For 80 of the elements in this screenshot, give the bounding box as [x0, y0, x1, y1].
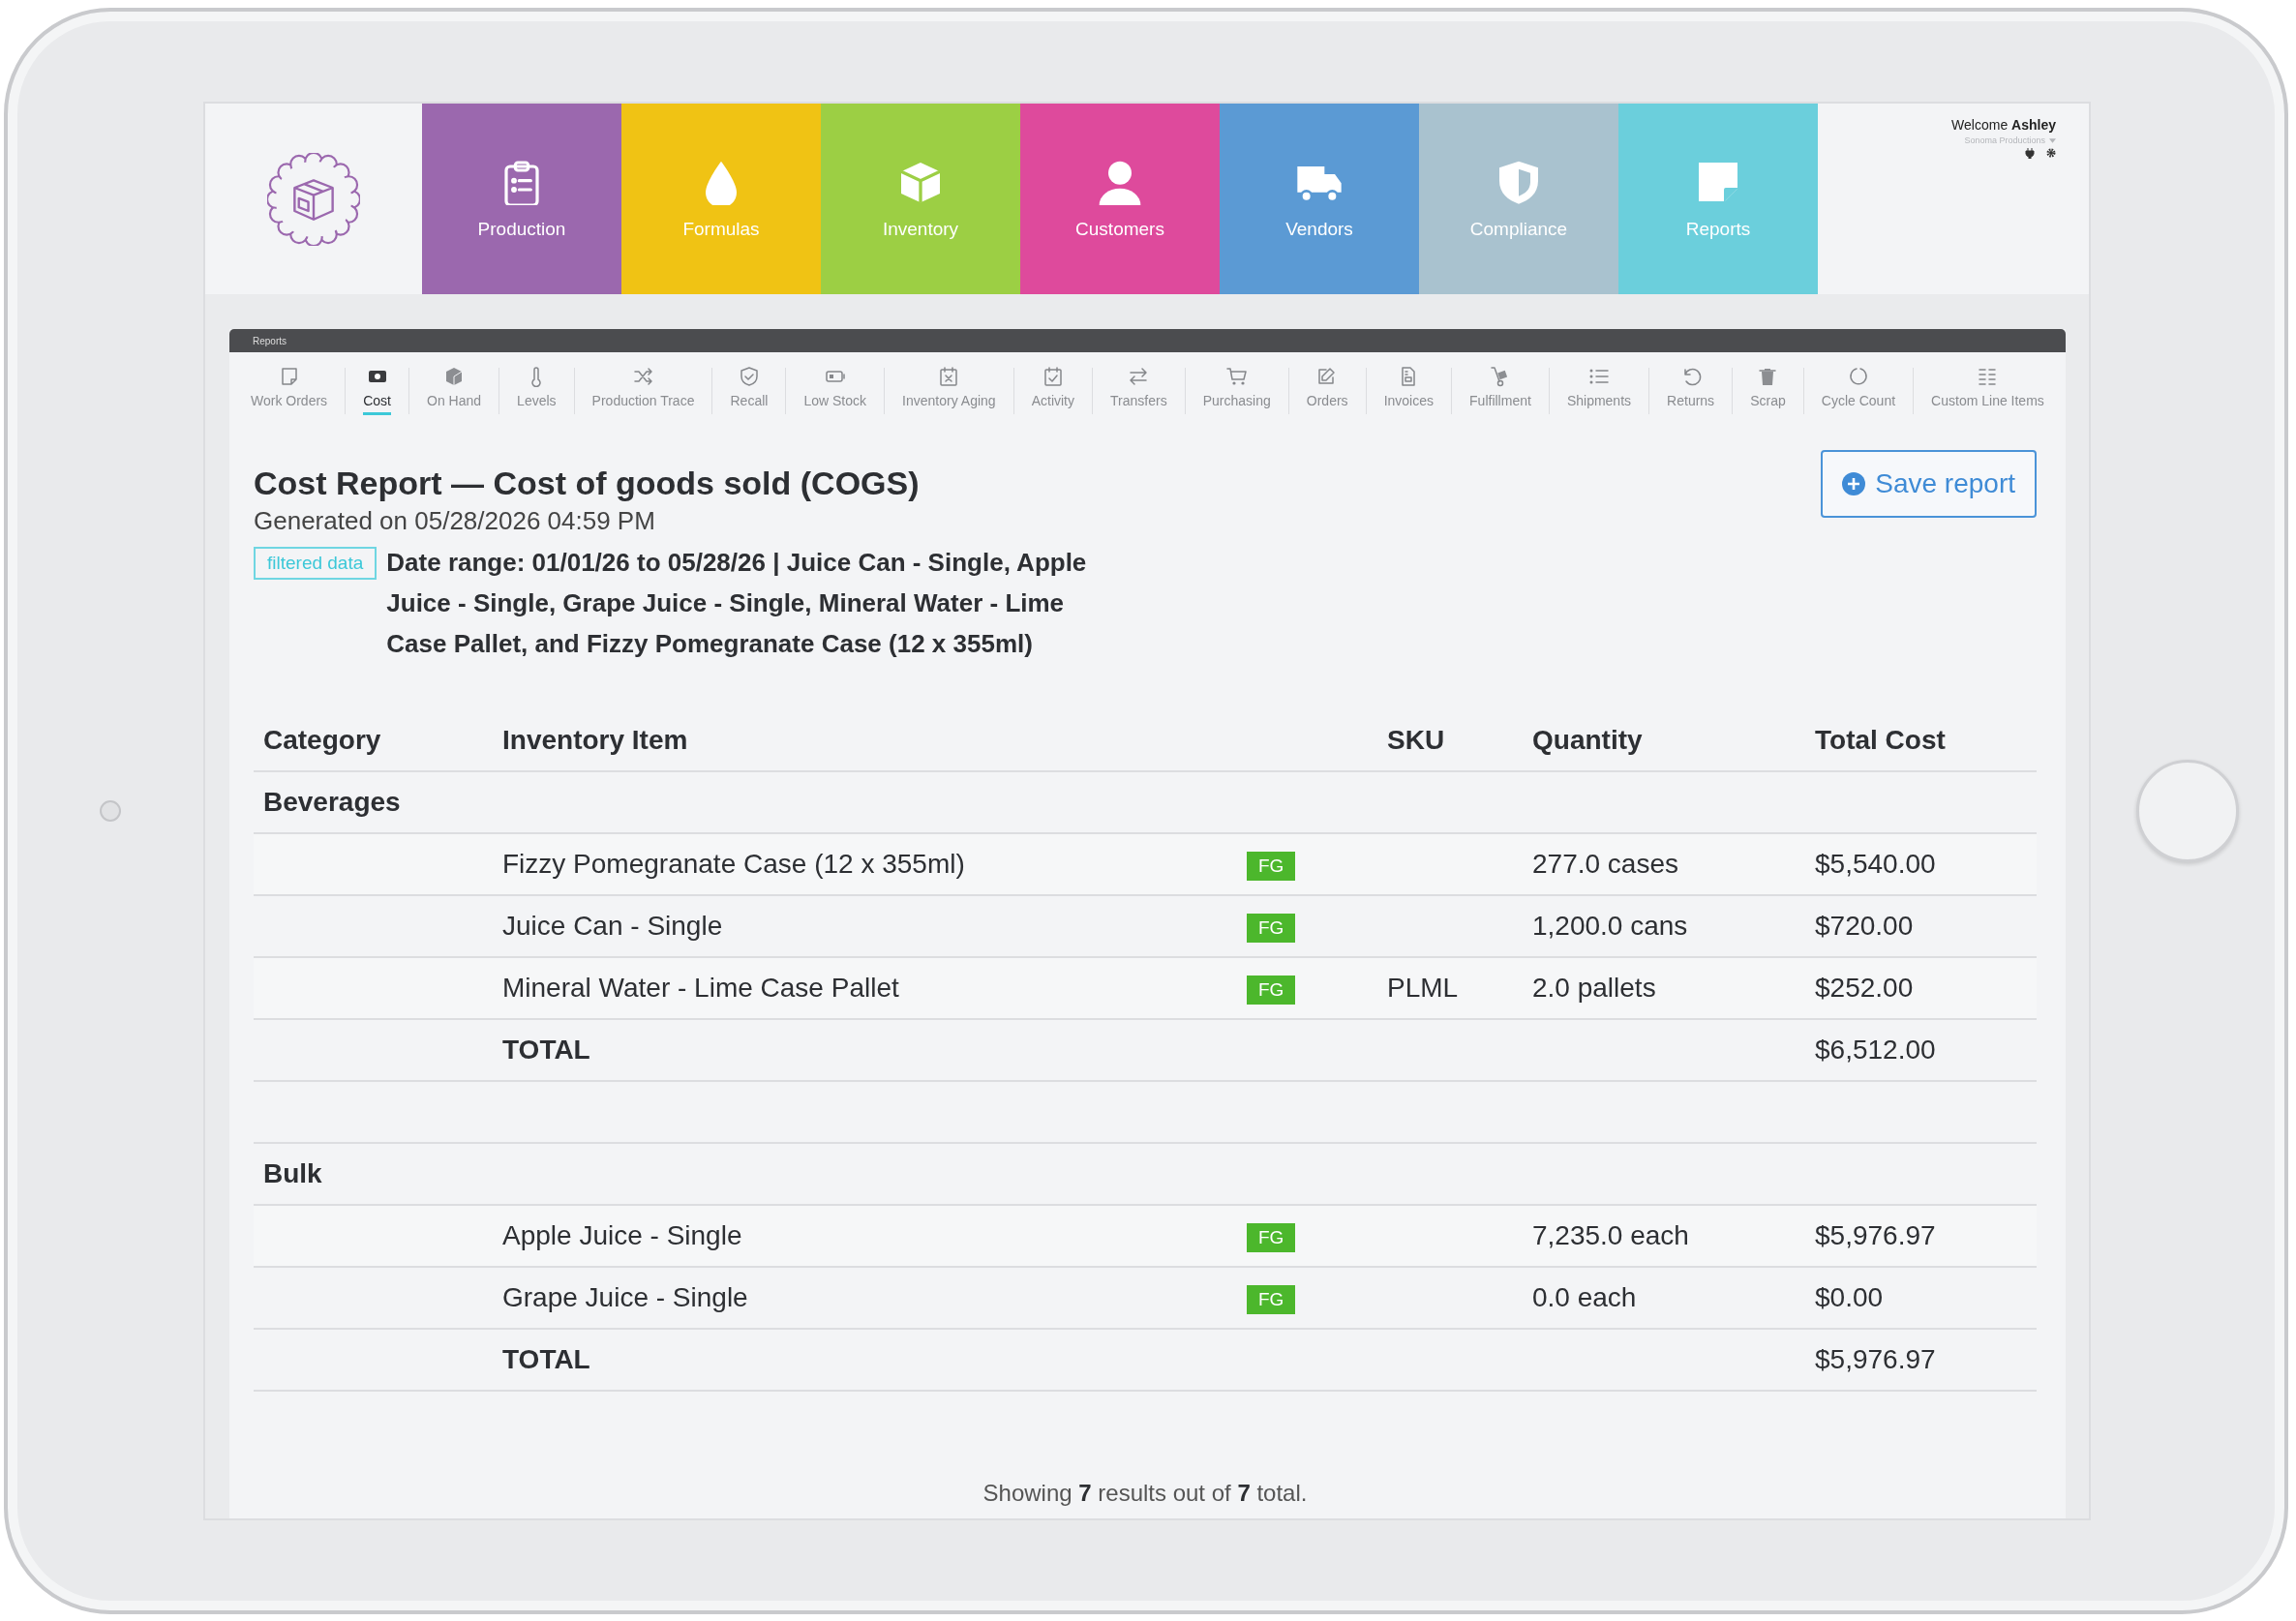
item-tag: FG	[1247, 976, 1296, 1005]
nav-tile[interactable]: Vendors	[1220, 104, 1419, 294]
column-header: Inventory Item	[501, 725, 689, 756]
caret-icon	[2049, 137, 2056, 143]
group-heading: Beverages	[262, 787, 402, 818]
report-tab[interactable]: Cycle Count	[1803, 358, 1914, 428]
table-cell-text: PLML	[1386, 973, 1460, 1004]
nav-tile[interactable]: Inventory	[821, 104, 1020, 294]
report-tab[interactable]: Fulfillment	[1452, 358, 1549, 428]
report-tab[interactable]: Scrap	[1733, 358, 1803, 428]
generated-date: Generated on 05/28/2026 04:59 PM	[254, 506, 656, 536]
column-header: SKU	[1386, 725, 1446, 756]
table-cell-text: $5,540.00	[1814, 849, 1937, 880]
swap-arrows-icon	[1128, 366, 1150, 387]
report-tab[interactable]: Transfers	[1093, 358, 1185, 428]
results-summary: Showing 7 results out of 7 total.	[982, 1480, 1309, 1507]
column-header: Quantity	[1531, 725, 1644, 756]
trash-icon	[1757, 366, 1779, 387]
table-cell-text: $0.00	[1814, 1282, 1885, 1313]
table-cell-text: Grape Juice - Single	[501, 1282, 749, 1313]
report-tab[interactable]: Invoices	[1366, 358, 1452, 428]
report-tab[interactable]: Cost	[346, 358, 408, 428]
report-title: Cost Report — Cost of goods sold (COGS)	[254, 465, 921, 502]
table-cell-text: Fizzy Pomegranate Case (12 x 355ml)	[501, 849, 966, 880]
item-tag: FG	[1247, 852, 1296, 881]
grid-list-icon	[1977, 366, 1999, 387]
welcome-text: Welcome Ashley	[1951, 117, 2056, 133]
save-report-button[interactable]: Save report	[1821, 450, 2037, 518]
section-title: Reports	[253, 335, 287, 346]
filter-description: Date range: 01/01/26 to 05/28/26 | Juice Can - Single, Apple Juice - Single, Grape Juice - Single, Mineral Water - Lime Case Pallet, and Fizzy Pomegranate Case (12 x 355ml)	[386, 547, 1088, 660]
total-value: $5,976.97	[1814, 1344, 1937, 1375]
report-tab[interactable]: Returns	[1649, 358, 1733, 428]
nav-tile[interactable]: Formulas	[621, 104, 821, 294]
camera-icon	[100, 800, 121, 822]
table-cell-text: $252.00	[1814, 973, 1915, 1004]
report-tab[interactable]: Purchasing	[1185, 358, 1288, 428]
report-tab[interactable]: Low Stock	[786, 358, 885, 428]
table-cell-text: Mineral Water - Lime Case Pallet	[501, 973, 900, 1004]
report-tab[interactable]: Shipments	[1549, 358, 1649, 428]
table-cell-text: 0.0 each	[1531, 1282, 1638, 1313]
cart-icon	[1225, 366, 1248, 387]
report-tab[interactable]: Activity	[1013, 358, 1093, 428]
report-tab[interactable]: Custom Line Items	[1914, 358, 2062, 428]
total-value: $6,512.00	[1814, 1035, 1937, 1066]
table-cell-text: $5,976.97	[1814, 1220, 1937, 1251]
column-header: Total Cost	[1814, 725, 1947, 756]
shuffle-icon	[632, 366, 654, 387]
total-label: TOTAL	[501, 1035, 591, 1066]
item-tag: FG	[1247, 1285, 1296, 1314]
logo-icon[interactable]	[267, 152, 360, 246]
calendar-x-icon	[938, 366, 960, 387]
report-tab[interactable]: Work Orders	[233, 358, 346, 428]
nav-tile[interactable]: Customers	[1020, 104, 1220, 294]
report-tab[interactable]: Production Trace	[574, 358, 712, 428]
column-header: Category	[262, 725, 382, 756]
report-tab[interactable]: Inventory Aging	[885, 358, 1013, 428]
item-tag: FG	[1247, 1223, 1296, 1252]
table-cell-text: $720.00	[1814, 911, 1915, 942]
table-cell-text: 2.0 pallets	[1531, 973, 1657, 1004]
filter-tag: filtered data	[254, 547, 378, 580]
nav-tile[interactable]: Compliance	[1419, 104, 1618, 294]
calendar-check-icon	[1042, 366, 1064, 387]
nav-tile[interactable]: Production	[422, 104, 621, 294]
table-cell-text: Juice Can - Single	[501, 911, 724, 942]
plus-icon	[1842, 472, 1866, 495]
shield-check-icon	[738, 366, 760, 387]
report-tab[interactable]: On Hand	[409, 358, 499, 428]
settings-icon[interactable]	[2046, 148, 2056, 158]
item-tag: FG	[1247, 914, 1296, 943]
table-cell-text: 7,235.0 each	[1531, 1220, 1690, 1251]
nav-tile[interactable]: Reports	[1618, 104, 1818, 294]
table-cell-text: Apple Juice - Single	[501, 1220, 743, 1251]
total-label: TOTAL	[501, 1344, 591, 1375]
table-cell-text: 277.0 cases	[1531, 849, 1679, 880]
group-heading: Bulk	[262, 1158, 323, 1189]
table-cell-text: 1,200.0 cans	[1531, 911, 1689, 942]
report-tab[interactable]: Orders	[1288, 358, 1366, 428]
report-tab[interactable]: Levels	[499, 358, 574, 428]
report-tab[interactable]: Recall	[712, 358, 786, 428]
plug-icon[interactable]	[2025, 148, 2035, 159]
